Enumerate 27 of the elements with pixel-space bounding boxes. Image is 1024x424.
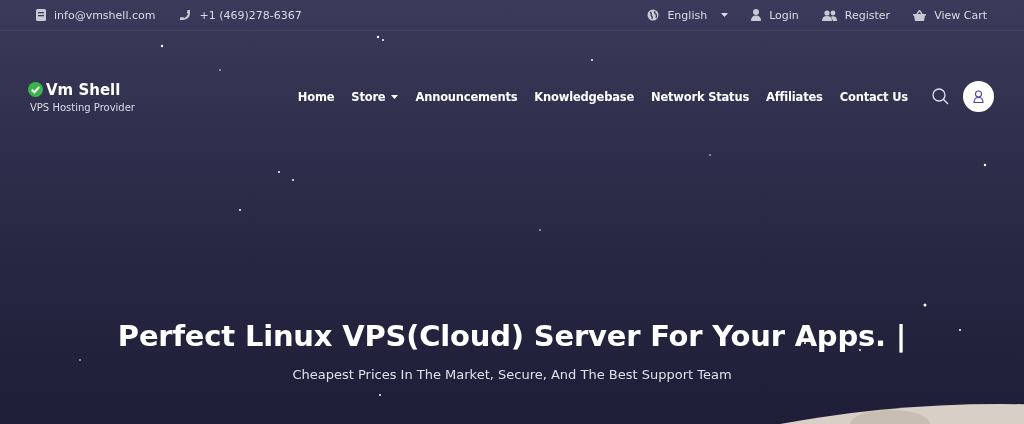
logo-name[interactable]: Vm Shell: [46, 80, 121, 99]
user-icon: [973, 90, 984, 103]
basket-icon: [913, 9, 927, 21]
users-icon: [821, 9, 837, 21]
logo-tagline: VPS Hosting Provider: [30, 101, 135, 113]
user-icon: [751, 9, 762, 21]
nav-link[interactable]: Affiliates: [766, 89, 823, 104]
top-link[interactable]: View Cart: [913, 8, 987, 22]
nav-link[interactable]: Network Status: [651, 89, 750, 104]
top-link[interactable]: Login: [751, 8, 799, 22]
hero-title: Perfect Linux VPS(Cloud) Server For Your Apps. |: [117, 319, 907, 353]
check-icon: [28, 82, 43, 97]
account-button[interactable]: [963, 81, 994, 112]
nav-link[interactable]: Store: [351, 89, 399, 104]
nav-link[interactable]: Home: [297, 89, 335, 104]
nav-link[interactable]: Contact Us: [839, 89, 908, 104]
hero-subtitle: Cheapest Prices In The Market, Secure, And The Best Support Team: [292, 367, 732, 382]
nav-link[interactable]: Knowledgebase: [534, 89, 634, 104]
nav-link[interactable]: Announcements: [415, 89, 518, 104]
top-link[interactable]: Register: [821, 8, 891, 22]
address-book-icon: [36, 9, 46, 21]
phone-icon: [179, 9, 192, 21]
contact-text: +1 (469)278-6367: [199, 8, 302, 22]
search-icon[interactable]: [932, 88, 949, 105]
contact-text: info@vmshell.com: [54, 8, 156, 22]
globe-icon: [647, 9, 660, 21]
language-selector[interactable]: English: [647, 8, 729, 22]
